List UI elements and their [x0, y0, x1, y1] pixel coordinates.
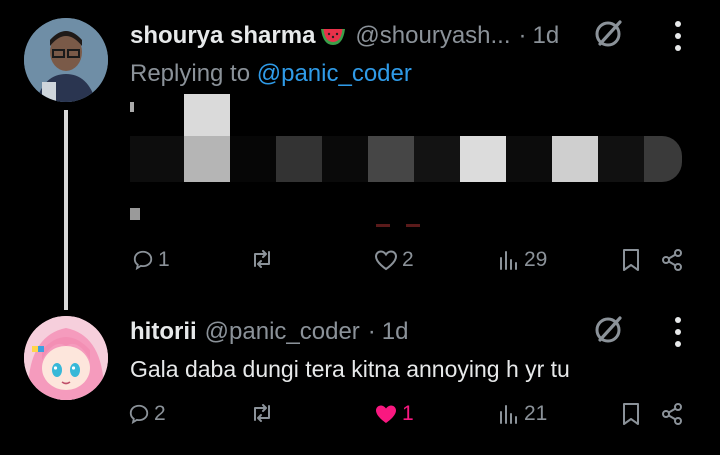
like-icon: [374, 250, 398, 271]
timestamp[interactable]: 1d: [382, 318, 409, 346]
post-shourya[interactable]: shourya sharma @shouryash... · 1d Replyi: [0, 0, 720, 310]
like-button[interactable]: 2: [374, 248, 414, 272]
post-text: Gala daba dungi tera kitna annoying h yr…: [130, 356, 570, 382]
bookmark-icon: [623, 249, 639, 271]
share-icon: [662, 403, 682, 425]
repost-button[interactable]: [250, 248, 274, 270]
like-count: 2: [402, 248, 414, 271]
action-bar: 1 2 29: [0, 248, 720, 278]
watermelon-icon: [319, 25, 347, 47]
repost-icon: [254, 404, 270, 422]
like-icon: [376, 405, 396, 423]
grok-icon[interactable]: [592, 16, 626, 50]
view-count: 21: [524, 402, 548, 425]
display-name[interactable]: shourya sharma: [130, 22, 315, 50]
views-icon: [500, 405, 517, 424]
bookmark-button[interactable]: [622, 402, 640, 426]
thread-line: [64, 110, 68, 310]
replying-mention[interactable]: @panic_coder: [257, 60, 412, 87]
pixelated-content: [130, 92, 690, 232]
avatar[interactable]: [24, 316, 108, 400]
display-name[interactable]: hitorii: [130, 318, 197, 346]
replying-prefix: Replying to: [130, 60, 251, 87]
reply-button[interactable]: 1: [132, 248, 170, 272]
views-button[interactable]: 29: [498, 248, 547, 272]
grok-icon[interactable]: [592, 312, 626, 346]
post-hitorii[interactable]: hitorii @panic_coder · 1d Gala daba dung…: [0, 310, 720, 455]
reply-count: 1: [158, 248, 170, 271]
bookmark-icon: [623, 403, 639, 425]
reply-button[interactable]: 2: [128, 402, 166, 426]
separator: ·: [367, 318, 376, 345]
reply-icon: [133, 250, 153, 271]
bookmark-button[interactable]: [622, 248, 640, 272]
reply-icon: [129, 404, 149, 425]
reply-count: 2: [154, 402, 166, 425]
more-icon[interactable]: [670, 314, 686, 350]
share-icon: [662, 249, 682, 271]
views-icon: [500, 251, 517, 270]
avatar[interactable]: [24, 18, 108, 102]
handle[interactable]: @panic_coder: [205, 318, 360, 346]
like-count: 1: [402, 402, 414, 425]
share-button[interactable]: [660, 248, 684, 272]
repost-button[interactable]: [250, 402, 274, 424]
post-header: hitorii @panic_coder · 1d: [130, 318, 408, 346]
replying-to: Replying to @panic_coder: [130, 60, 412, 88]
views-button[interactable]: 21: [498, 402, 547, 426]
share-button[interactable]: [660, 402, 684, 426]
separator: ·: [518, 22, 527, 49]
view-count: 29: [524, 248, 548, 271]
avatar-anime: [24, 316, 108, 400]
repost-icon: [254, 250, 270, 268]
avatar-photo: [24, 18, 108, 102]
post-header: shourya sharma @shouryash... · 1d: [130, 22, 559, 50]
more-icon[interactable]: [670, 18, 686, 54]
handle[interactable]: @shouryash...: [355, 22, 510, 50]
action-bar: 2 1 21: [0, 402, 720, 432]
timestamp[interactable]: 1d: [533, 22, 560, 50]
like-button[interactable]: 1: [374, 402, 414, 426]
